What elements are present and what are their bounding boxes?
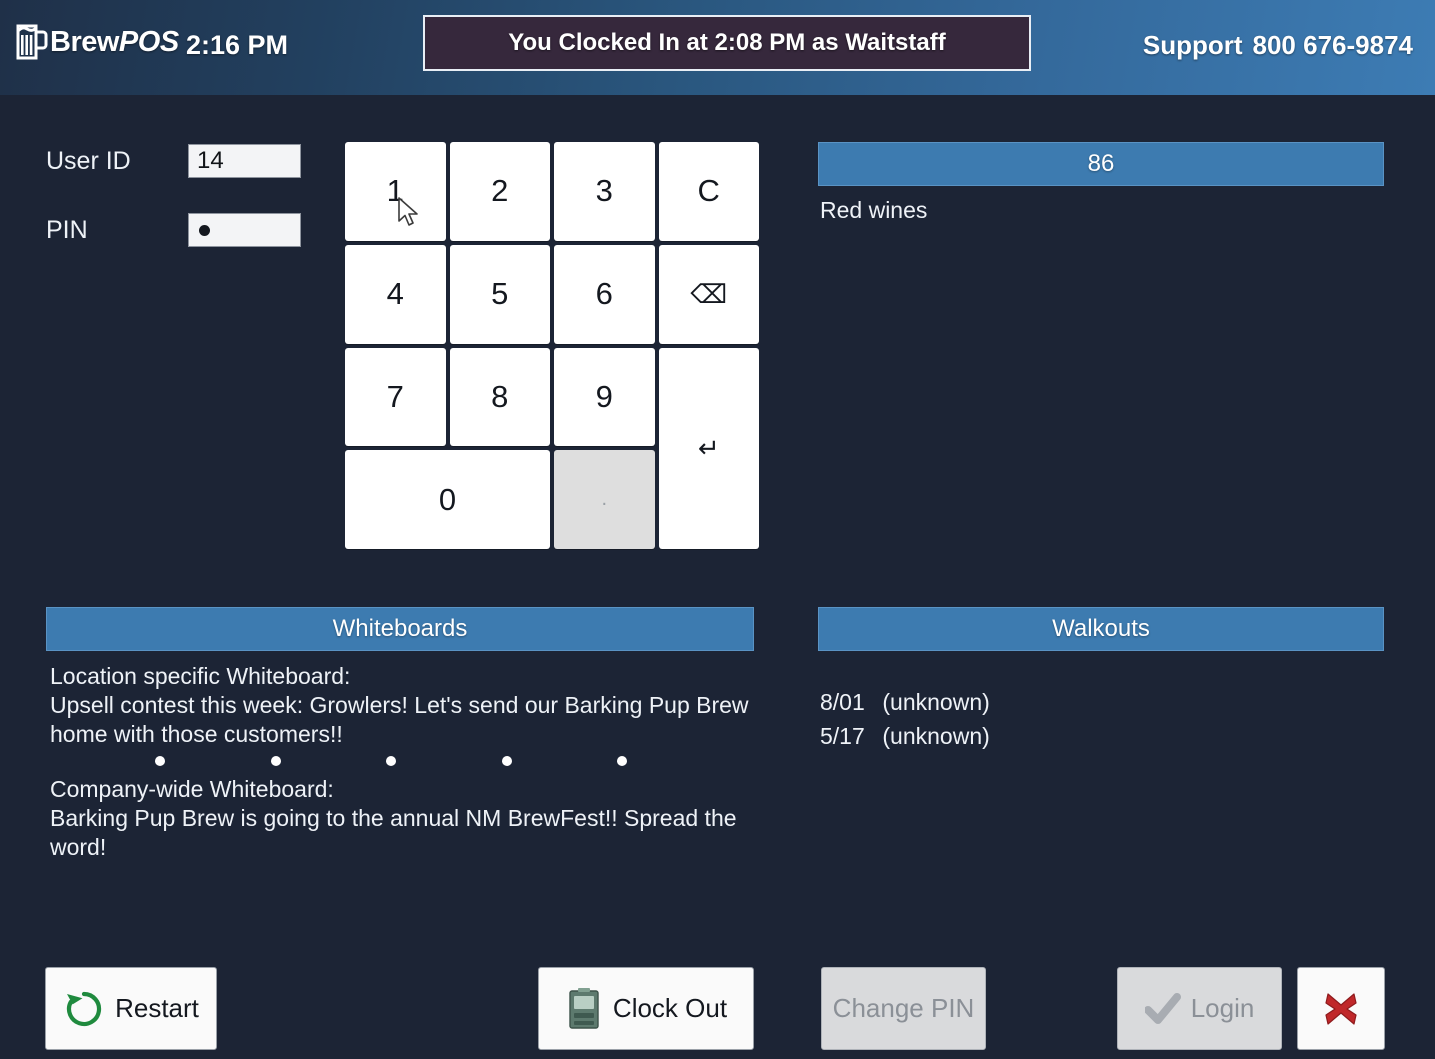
user-id-value: 14 <box>197 147 224 174</box>
key-0[interactable]: 0 <box>345 450 550 549</box>
pin-masked-char <box>199 224 210 236</box>
logo-wordmark: BrewPOS <box>50 26 179 59</box>
user-id-input[interactable]: 14 <box>188 144 301 178</box>
whiteboards-location-block: Location specific Whiteboard: Upsell con… <box>50 662 750 748</box>
beer-mug-icon <box>14 22 48 62</box>
whiteboards-location-body: Upsell contest this week: Growlers! Let'… <box>50 691 749 747</box>
close-button[interactable] <box>1297 967 1385 1050</box>
separator-dot <box>155 756 165 766</box>
walkout-name: (unknown) <box>882 689 990 715</box>
clock-out-button[interactable]: Clock Out <box>538 967 754 1050</box>
pin-label: PIN <box>46 215 88 244</box>
whiteboards-company-block: Company-wide Whiteboard: Barking Pup Bre… <box>50 775 740 861</box>
key-decimal[interactable]: . <box>554 450 655 549</box>
whiteboards-panel-header: Whiteboards <box>46 607 754 651</box>
key-7[interactable]: 7 <box>345 347 446 447</box>
app-header: BrewPOS 2:16 PM You Clocked In at 2:08 P… <box>0 0 1435 95</box>
walkout-date: 8/01 <box>820 689 865 715</box>
eightysix-title: 86 <box>1087 150 1115 177</box>
eightysix-list: Red wines <box>820 196 1386 225</box>
key-6[interactable]: 6 <box>554 244 655 344</box>
support-info: Support 800 676-9874 <box>1143 30 1413 61</box>
refresh-circle-icon <box>63 988 105 1030</box>
login-button[interactable]: Login <box>1117 967 1282 1050</box>
clocked-in-message: You Clocked In at 2:08 PM as Waitstaff <box>508 29 946 56</box>
key-4[interactable]: 4 <box>345 244 446 344</box>
separator-dot <box>386 756 396 766</box>
login-label: Login <box>1190 993 1255 1023</box>
key-8[interactable]: 8 <box>449 347 550 447</box>
key-2[interactable]: 2 <box>449 142 550 241</box>
walkout-name: (unknown) <box>882 722 990 749</box>
eightysix-item: Red wines <box>820 197 928 223</box>
key-3[interactable]: 3 <box>554 142 655 241</box>
whiteboards-company-body: Barking Pup Brew is going to the annual … <box>50 804 737 860</box>
whiteboards-location-heading: Location specific Whiteboard: <box>50 663 351 689</box>
user-id-row: User ID 14 <box>46 144 301 178</box>
checkmark-icon <box>1144 992 1181 1025</box>
clock-out-label: Clock Out <box>612 993 728 1023</box>
restart-button[interactable]: Restart <box>45 967 217 1050</box>
current-time: 2:16 PM <box>186 30 289 60</box>
logo-brew-text: Brew <box>50 25 119 58</box>
red-x-close-icon <box>1321 989 1361 1029</box>
brewpos-logo: BrewPOS <box>14 22 179 62</box>
key-backspace-icon[interactable]: ⌫ <box>658 244 759 344</box>
clocked-in-banner: You Clocked In at 2:08 PM as Waitstaff <box>423 15 1031 71</box>
support-phone-number: 800 676-9874 <box>1252 30 1413 60</box>
walkouts-panel-header: Walkouts <box>818 607 1384 651</box>
change-pin-button[interactable]: Change PIN <box>821 967 986 1050</box>
key-5[interactable]: 5 <box>449 244 550 344</box>
key-1[interactable]: 1 <box>345 142 446 241</box>
eightysix-panel-header: 86 <box>818 142 1384 186</box>
separator-dot <box>270 756 281 766</box>
whiteboards-title: Whiteboards <box>332 615 468 642</box>
restart-label: Restart <box>115 993 199 1023</box>
walkout-row: 5/17 (unknown) <box>820 722 1386 751</box>
separator-dot <box>501 756 512 766</box>
whiteboards-company-heading: Company-wide Whiteboard: <box>50 776 334 802</box>
time-clock-icon <box>565 987 603 1031</box>
numeric-keypad: 1 2 3 C 4 5 6 ⌫ 7 8 9 ↵ 0 . <box>345 142 759 549</box>
pin-row: PIN <box>46 213 301 247</box>
key-clear[interactable]: C <box>658 142 759 241</box>
walkouts-title: Walkouts <box>1052 615 1150 642</box>
change-pin-label: Change PIN <box>832 993 975 1023</box>
logo-pos-text: POS <box>118 25 179 58</box>
key-enter-icon[interactable]: ↵ <box>658 347 759 549</box>
key-9[interactable]: 9 <box>554 347 655 447</box>
walkouts-list: 8/01 (unknown) 5/17 (unknown) <box>820 688 1386 756</box>
pin-input[interactable] <box>188 213 301 247</box>
separator-dot <box>617 756 627 766</box>
user-id-label: User ID <box>46 146 131 175</box>
support-label: Support <box>1142 30 1243 60</box>
walkout-date: 5/17 <box>820 722 865 749</box>
whiteboard-separator-dots <box>155 754 627 768</box>
walkout-row: 8/01 (unknown) <box>820 688 1386 717</box>
